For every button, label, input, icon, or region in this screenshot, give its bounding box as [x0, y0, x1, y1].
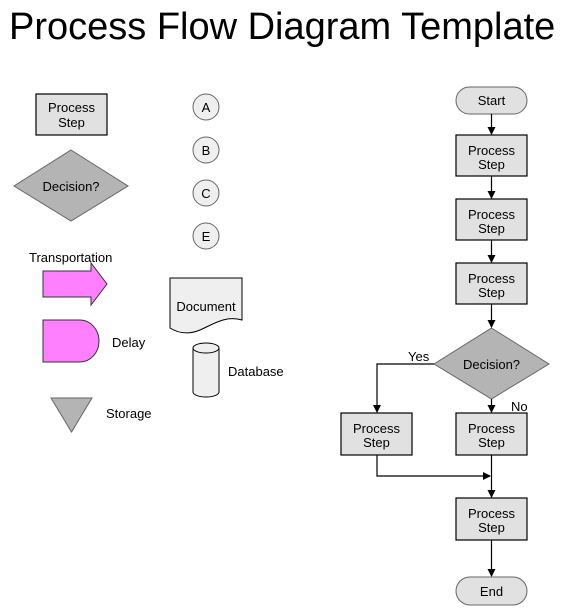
flow-step-2[interactable]: Process Step	[455, 198, 528, 241]
flow-no-step-line1: Process	[468, 421, 515, 436]
flow-step-3-line2: Step	[478, 285, 505, 300]
legend-storage-label: Storage	[106, 406, 152, 421]
flow-step-3-line1: Process	[468, 271, 515, 286]
flow-no-step-line2: Step	[478, 435, 505, 450]
connector-e-label: E	[202, 229, 211, 244]
connector-c-label: C	[201, 186, 210, 201]
connector-decision-yes	[373, 363, 434, 413]
legend-transportation-label: Transportation	[29, 250, 112, 265]
legend-connector-a[interactable]: A	[192, 93, 220, 121]
flow-decision[interactable]: Decision?	[433, 327, 550, 400]
diagram-canvas: Process Step Decision? A B C E Transport…	[13, 86, 550, 606]
connector-a-label: A	[202, 100, 211, 115]
flow-end-label: End	[480, 584, 503, 599]
flow-yes-step[interactable]: Process Step	[340, 412, 413, 456]
flow-decision-label: Decision?	[463, 357, 520, 372]
flow-no-step[interactable]: Process Step	[455, 412, 528, 456]
flow-merge-step-line1: Process	[468, 506, 515, 521]
flow-step-1-line1: Process	[468, 143, 515, 158]
legend-connector-e[interactable]: E	[192, 222, 220, 250]
legend-storage[interactable]	[50, 397, 93, 433]
connector-b-label: B	[202, 143, 211, 158]
flow-start-label: Start	[478, 93, 506, 108]
legend-connector-b[interactable]: B	[192, 136, 220, 164]
legend-database[interactable]	[192, 342, 220, 398]
legend-connector-c[interactable]: C	[192, 179, 220, 207]
legend-decision[interactable]: Decision?	[13, 149, 129, 222]
legend-process-line2: Step	[58, 115, 85, 130]
flow-no-label: No	[511, 399, 528, 414]
legend-process-step[interactable]: Process Step	[35, 93, 108, 136]
flow-yes-step-line2: Step	[363, 435, 390, 450]
flow-yes-label: Yes	[408, 349, 430, 364]
flow-end[interactable]: End	[455, 576, 528, 606]
legend-decision-label: Decision?	[42, 179, 99, 194]
legend-database-label: Database	[228, 364, 284, 379]
legend-transportation-arrow[interactable]	[42, 261, 108, 307]
flow-step-3[interactable]: Process Step	[455, 262, 528, 305]
connector-yes-merge	[376, 455, 491, 480]
flow-step-1-line2: Step	[478, 157, 505, 172]
flow-yes-step-line1: Process	[353, 421, 400, 436]
flow-merge-step-line2: Step	[478, 520, 505, 535]
flow-step-1[interactable]: Process Step	[455, 134, 528, 177]
legend-document-label: Document	[176, 299, 236, 314]
flow-start[interactable]: Start	[455, 86, 528, 115]
flow-step-2-line2: Step	[478, 221, 505, 236]
legend-process-line1: Process	[48, 100, 95, 115]
legend-delay-label: Delay	[112, 335, 146, 350]
flow-merge-step[interactable]: Process Step	[455, 497, 528, 541]
legend-delay[interactable]	[42, 319, 100, 363]
flow-step-2-line1: Process	[468, 207, 515, 222]
legend-document[interactable]: Document	[169, 277, 243, 334]
